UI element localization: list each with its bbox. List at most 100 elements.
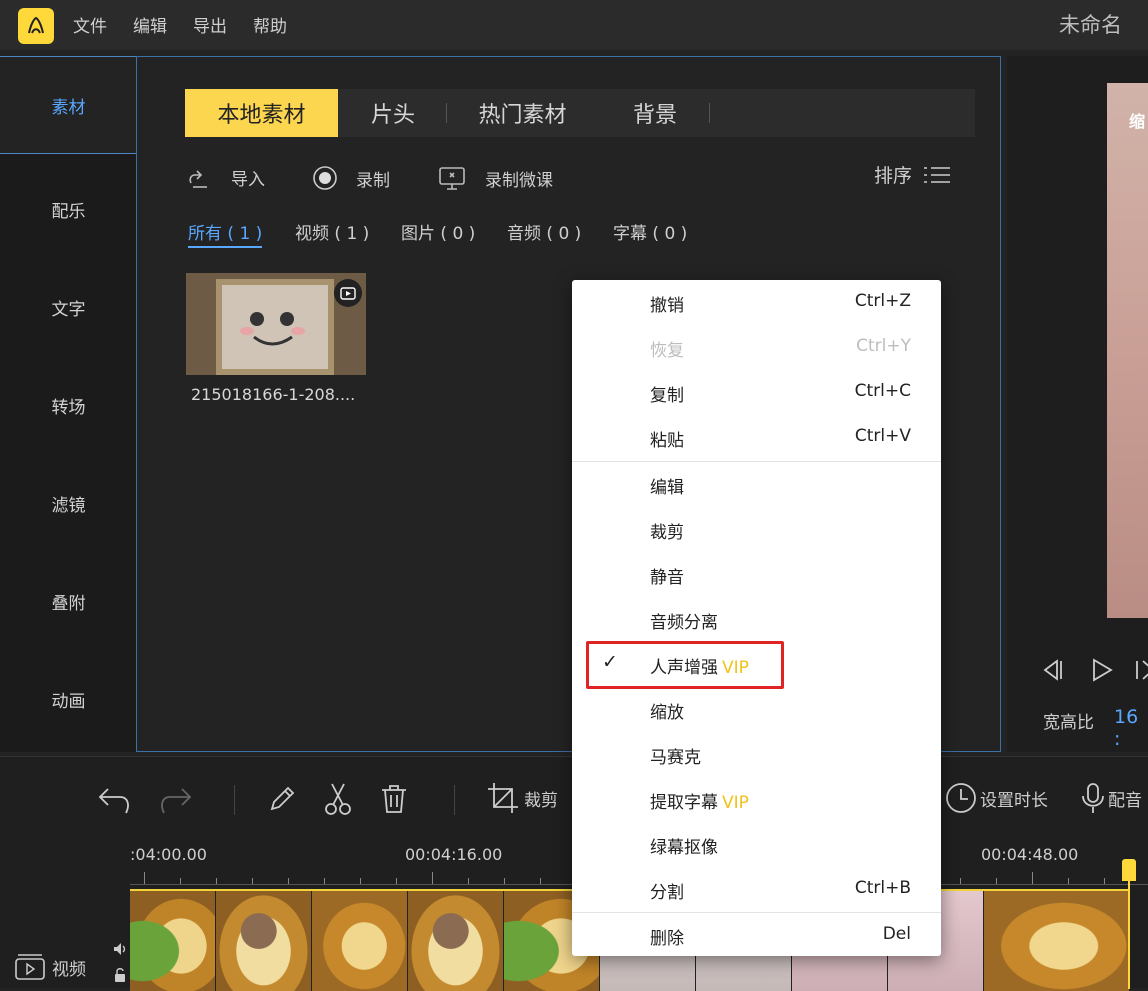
aspect-ratio-value[interactable]: 16 : (1114, 706, 1148, 750)
track-frame (984, 891, 1130, 991)
video-track-label: 视频 (14, 953, 86, 981)
menu-help[interactable]: 帮助 (253, 12, 287, 37)
video-track-name: 视频 (52, 959, 86, 980)
vip-badge: VIP (722, 793, 749, 813)
menu-item-label: 恢复 (650, 341, 684, 361)
filter-image[interactable]: 图片 ( 0 ) (401, 219, 475, 244)
sidebar-item-music[interactable]: 配乐 (0, 160, 137, 258)
menu-item-label: 绿幕抠像 (650, 838, 718, 858)
tab-intro[interactable]: 片头 (348, 89, 438, 137)
previous-frame-icon[interactable] (1039, 656, 1067, 684)
menu-item-label: 复制 (650, 386, 684, 406)
menu-item-crop[interactable]: 裁剪 (572, 507, 941, 552)
menu-item-mosaic[interactable]: 马赛克 (572, 732, 941, 777)
menu-item-delete[interactable]: 删除 Del (572, 913, 941, 958)
menu-item-label: 粘贴 (650, 431, 684, 451)
menu-item-shortcut: Ctrl+V (854, 426, 911, 446)
sidebar-item-filter[interactable]: 滤镜 (0, 454, 137, 552)
media-filename: 215018166-1-208.... (191, 385, 356, 404)
menu-item-zoom[interactable]: 缩放 (572, 687, 941, 732)
sidebar-item-text[interactable]: 文字 (0, 258, 137, 356)
sidebar-item-animation[interactable]: 动画 (0, 650, 137, 748)
tab-divider (709, 103, 710, 123)
track-frame (312, 891, 408, 991)
dub-button[interactable]: 配音 (1080, 781, 1142, 815)
timecode: 00:04:16.00 (405, 845, 503, 864)
menu-item-paste[interactable]: 粘贴 Ctrl+V (572, 415, 941, 460)
menu-item-label: 缩放 (650, 703, 684, 723)
menu-item-label: 提取字幕 VIP (650, 793, 749, 813)
menu-export[interactable]: 导出 (193, 12, 227, 37)
thumbnail-image (216, 279, 334, 375)
scissors-icon[interactable] (322, 781, 354, 817)
microphone-icon (1082, 783, 1104, 813)
filter-all[interactable]: 所有 ( 1 ) (188, 219, 263, 248)
playhead-line (1128, 877, 1130, 989)
import-icon (189, 169, 207, 188)
set-duration-button[interactable]: 设置时长 (944, 781, 1048, 815)
import-button[interactable]: 导入 (187, 165, 265, 190)
aspect-ratio-label: 宽高比 (1043, 713, 1094, 733)
crop-tool-label: 裁剪 (524, 790, 558, 811)
filter-subtitle[interactable]: 字幕 ( 0 ) (613, 219, 687, 244)
title-bar: 文件 编辑 导出 帮助 未命名 (0, 0, 1148, 50)
category-sidebar: 素材 配乐 文字 转场 滤镜 叠附 动画 (0, 56, 137, 752)
tab-background[interactable]: 背景 (605, 89, 705, 137)
track-frame (130, 891, 216, 991)
preview-area: 缩 宽高比 16 : (1007, 56, 1148, 752)
menu-item-edit[interactable]: 编辑 (572, 462, 941, 507)
toolbar-divider (234, 785, 235, 815)
menu-item-shortcut: Ctrl+Y (856, 336, 911, 356)
media-thumbnail[interactable] (186, 273, 366, 375)
list-icon (924, 166, 950, 183)
track-frame (216, 891, 312, 991)
menu-item-label: 编辑 (650, 478, 684, 498)
record-lesson-label: 录制微课 (485, 170, 553, 191)
filter-video[interactable]: 视频 ( 1 ) (295, 219, 369, 244)
menu-item-label: 马赛克 (650, 748, 701, 768)
volume-icon[interactable] (112, 941, 128, 957)
crop-tool-button[interactable]: 裁剪 (486, 781, 558, 815)
dub-label: 配音 (1108, 790, 1142, 811)
clock-icon (946, 783, 976, 813)
timecode: 00:04:48.00 (981, 845, 1079, 864)
preview-overlay-text: 缩 (1129, 112, 1146, 131)
record-label: 录制 (356, 170, 390, 191)
record-button[interactable]: 录制 (312, 165, 390, 191)
filter-audio[interactable]: 音频 ( 0 ) (507, 219, 581, 244)
menu-item-shortcut: Ctrl+Z (854, 291, 911, 311)
import-label: 导入 (231, 170, 265, 190)
tab-local-media[interactable]: 本地素材 (185, 89, 338, 137)
menu-file[interactable]: 文件 (73, 12, 107, 37)
sidebar-item-overlay[interactable]: 叠附 (0, 552, 137, 650)
record-lesson-button[interactable]: 录制微课 (437, 165, 553, 191)
redo-icon[interactable] (156, 781, 194, 817)
sidebar-item-transition[interactable]: 转场 (0, 356, 137, 454)
menu-item-label: 音频分离 (650, 613, 718, 633)
document-title: 未命名 (1059, 13, 1122, 37)
sort-button[interactable]: 排序 (874, 161, 952, 188)
context-menu: 撤销 Ctrl+Z 恢复 Ctrl+Y 复制 Ctrl+C 粘贴 Ctrl+V … (572, 280, 941, 956)
menu-item-shortcut: Ctrl+B (854, 878, 911, 898)
undo-icon[interactable] (96, 781, 134, 817)
lock-icon[interactable] (113, 967, 127, 983)
menu-item-mute[interactable]: 静音 (572, 552, 941, 597)
menu-item-redo[interactable]: 恢复 Ctrl+Y (572, 325, 941, 370)
sidebar-item-media[interactable]: 素材 (0, 56, 137, 154)
trash-icon[interactable] (378, 783, 410, 815)
menu-item-extract-subtitles[interactable]: 提取字幕 VIP (572, 777, 941, 822)
next-frame-icon[interactable] (1133, 656, 1148, 684)
play-icon[interactable] (1087, 656, 1115, 684)
menu-item-copy[interactable]: 复制 Ctrl+C (572, 370, 941, 415)
pencil-icon[interactable] (266, 783, 298, 815)
menu-item-audio-separation[interactable]: 音频分离 (572, 597, 941, 642)
menu-item-green-screen[interactable]: 绿幕抠像 (572, 822, 941, 867)
tab-divider (446, 103, 447, 123)
app-logo-icon[interactable] (18, 8, 54, 44)
menu-edit[interactable]: 编辑 (133, 12, 167, 37)
menu-item-undo[interactable]: 撤销 Ctrl+Z (572, 280, 941, 325)
tab-popular-media[interactable]: 热门素材 (455, 89, 590, 137)
screen-record-icon (439, 167, 465, 190)
highlight-box (586, 641, 784, 689)
menu-item-split[interactable]: 分割 Ctrl+B (572, 867, 941, 912)
